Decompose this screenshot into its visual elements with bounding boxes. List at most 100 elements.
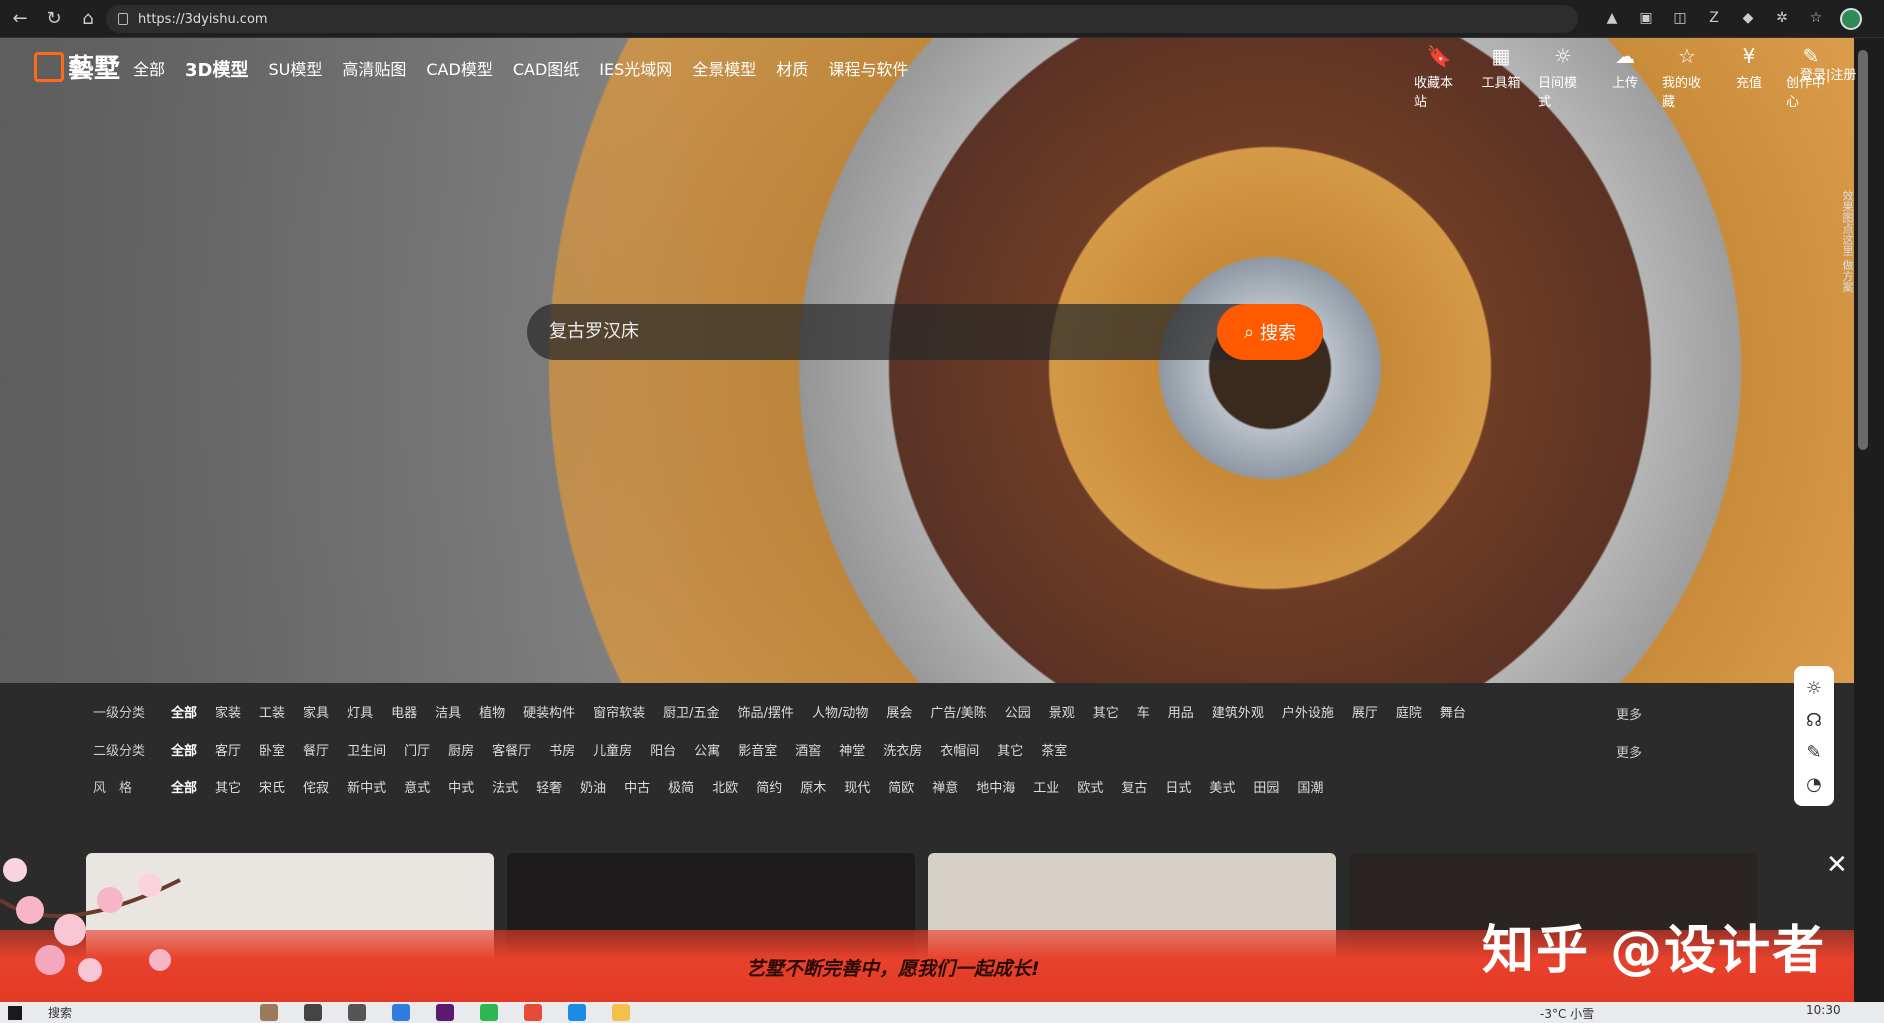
filter-option[interactable]: 展会 <box>886 702 912 721</box>
filter-option[interactable]: 阳台 <box>650 740 676 759</box>
reload-icon[interactable]: ↻ <box>40 5 68 33</box>
filter-option[interactable]: 新中式 <box>347 777 386 796</box>
filter-option[interactable]: 宋氏 <box>259 777 285 796</box>
filter-option[interactable]: 厨卫/五金 <box>663 702 719 721</box>
filter-option[interactable]: 简欧 <box>888 777 914 796</box>
filter-option[interactable]: 美式 <box>1209 777 1235 796</box>
extension-icon[interactable]: ◆ <box>1738 8 1758 28</box>
filter-option[interactable]: 卫生间 <box>347 740 386 759</box>
filter-option[interactable]: 衣帽间 <box>940 740 979 759</box>
tool-recharge[interactable]: ¥ 充值 <box>1724 44 1774 110</box>
filter-option[interactable]: 厨房 <box>448 740 474 759</box>
filter-option[interactable]: 原木 <box>800 777 826 796</box>
filter-option[interactable]: 工装 <box>259 702 285 721</box>
extension-icon[interactable]: ▲ <box>1602 8 1622 28</box>
filter-option[interactable]: 家装 <box>215 702 241 721</box>
search-input[interactable]: 复古罗汉床 <box>549 304 639 360</box>
close-icon[interactable]: ✕ <box>1826 850 1848 880</box>
profile-avatar[interactable] <box>1840 8 1862 30</box>
filter-option[interactable]: 全部 <box>171 702 197 721</box>
xd-icon[interactable] <box>436 1004 454 1021</box>
filter-option[interactable]: 餐厅 <box>303 740 329 759</box>
chat-icon[interactable]: ◔ <box>1806 774 1822 795</box>
filter-option[interactable]: 饰品/摆件 <box>738 702 794 721</box>
tool-favorites[interactable]: ☆ 我的收藏 <box>1662 44 1712 110</box>
filter-option[interactable]: 公寓 <box>694 740 720 759</box>
clock[interactable]: 10:30 <box>1806 1003 1841 1017</box>
wechat-icon[interactable] <box>480 1004 498 1021</box>
more-link[interactable]: 更多 <box>1616 704 1642 723</box>
filter-option[interactable]: 庭院 <box>1396 702 1422 721</box>
filter-option[interactable]: 奶油 <box>580 777 606 796</box>
filter-option[interactable]: 用品 <box>1168 702 1194 721</box>
scrollbar-thumb[interactable] <box>1858 50 1868 450</box>
store-icon[interactable] <box>392 1004 410 1021</box>
filter-option[interactable]: 洗衣房 <box>883 740 922 759</box>
filter-option[interactable]: 神堂 <box>839 740 865 759</box>
filter-option[interactable]: 现代 <box>844 777 870 796</box>
filter-option[interactable]: 日式 <box>1165 777 1191 796</box>
site-logo[interactable]: 藝墅 <box>34 48 120 85</box>
filter-option[interactable]: 书房 <box>549 740 575 759</box>
nav-item[interactable]: SU模型 <box>268 56 322 82</box>
nav-item[interactable]: 全景模型 <box>692 56 756 82</box>
filter-option[interactable]: 轻奢 <box>536 777 562 796</box>
weather-text[interactable]: -3°C 小雪 <box>1540 1005 1594 1022</box>
nav-item[interactable]: 高清贴图 <box>342 56 406 82</box>
filter-option[interactable]: 侘寂 <box>303 777 329 796</box>
filter-option[interactable]: 北欧 <box>712 777 738 796</box>
favorites-icon[interactable]: ☆ <box>1806 8 1826 28</box>
filter-option[interactable]: 禅意 <box>932 777 958 796</box>
filter-option[interactable]: 极简 <box>668 777 694 796</box>
filter-option[interactable]: 公园 <box>1005 702 1031 721</box>
filter-option[interactable]: 客餐厅 <box>492 740 531 759</box>
filter-option[interactable]: 建筑外观 <box>1212 702 1264 721</box>
address-bar[interactable]: https://3dyishu.com <box>106 5 1578 33</box>
filter-option[interactable]: 其它 <box>215 777 241 796</box>
filter-option[interactable]: 其它 <box>1093 702 1119 721</box>
nav-item[interactable]: 全部 <box>133 56 165 82</box>
wps-icon[interactable] <box>524 1004 542 1021</box>
filter-option[interactable]: 广告/美陈 <box>930 702 986 721</box>
filter-option[interactable]: 洁具 <box>435 702 461 721</box>
nav-item-active[interactable]: 3D模型 <box>185 56 248 82</box>
nav-item[interactable]: CAD模型 <box>426 56 492 82</box>
tool-upload[interactable]: ☁ 上传 <box>1600 44 1650 110</box>
filter-option[interactable]: 客厅 <box>215 740 241 759</box>
extension-icon[interactable]: Z <box>1704 8 1724 28</box>
extension-icon[interactable]: ▣ <box>1636 8 1656 28</box>
filter-option[interactable]: 法式 <box>492 777 518 796</box>
app-icon[interactable] <box>260 1004 278 1021</box>
filter-option[interactable]: 中古 <box>624 777 650 796</box>
home-icon[interactable]: ⌂ <box>74 5 102 33</box>
filter-option[interactable]: 工业 <box>1033 777 1059 796</box>
filter-option[interactable]: 全部 <box>171 777 197 796</box>
filter-option[interactable]: 其它 <box>997 740 1023 759</box>
filter-option[interactable]: 植物 <box>479 702 505 721</box>
filter-option[interactable]: 中式 <box>448 777 474 796</box>
filter-option[interactable]: 卧室 <box>259 740 285 759</box>
filter-option[interactable]: 田园 <box>1253 777 1279 796</box>
filter-option[interactable]: 影音室 <box>738 740 777 759</box>
taskbar-search[interactable]: 搜索 <box>48 1004 72 1021</box>
filter-option[interactable]: 车 <box>1137 702 1150 721</box>
filter-option[interactable]: 复古 <box>1121 777 1147 796</box>
filter-option[interactable]: 全部 <box>171 740 197 759</box>
tool-toolbox[interactable]: ▦ 工具箱 <box>1476 44 1526 110</box>
nav-item[interactable]: CAD图纸 <box>513 56 579 82</box>
sun-icon[interactable]: ☼ <box>1806 678 1822 699</box>
filter-option[interactable]: 茶室 <box>1041 740 1067 759</box>
tool-bookmark[interactable]: 🔖 收藏本站 <box>1414 44 1464 110</box>
extension-icon[interactable]: ◫ <box>1670 8 1690 28</box>
back-icon[interactable]: ← <box>6 5 34 33</box>
nav-item[interactable]: 课程与软件 <box>828 56 908 82</box>
nav-item[interactable]: IES光域网 <box>599 56 672 82</box>
filter-option[interactable]: 舞台 <box>1440 702 1466 721</box>
task-view-icon[interactable] <box>348 1004 366 1021</box>
tool-daymode[interactable]: ☼ 日间模式 <box>1538 44 1588 110</box>
filter-option[interactable]: 地中海 <box>976 777 1015 796</box>
windows-start-icon[interactable] <box>8 1005 22 1020</box>
more-link[interactable]: 更多 <box>1616 742 1642 761</box>
filter-option[interactable]: 酒窖 <box>795 740 821 759</box>
filter-option[interactable]: 意式 <box>404 777 430 796</box>
